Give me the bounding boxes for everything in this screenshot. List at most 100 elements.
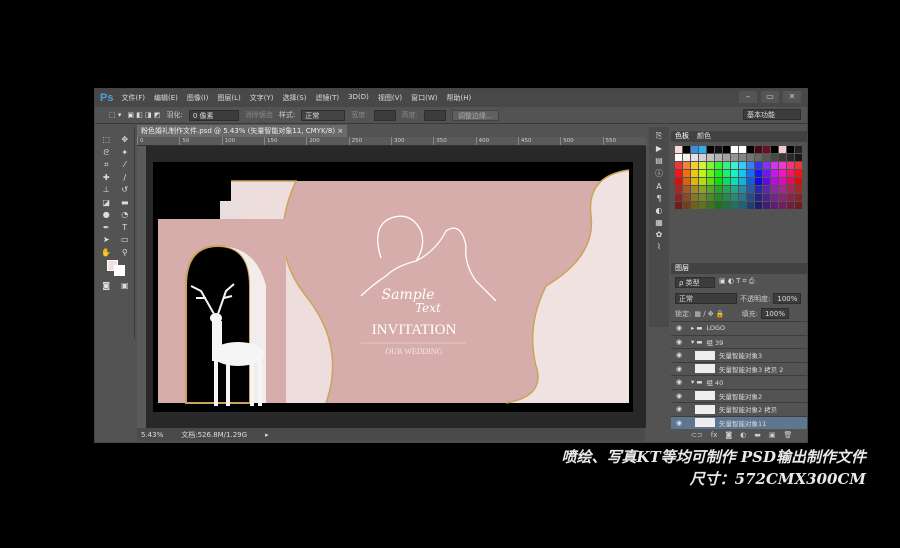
swatch[interactable] [795, 194, 802, 201]
swatch[interactable] [691, 186, 698, 193]
swatch[interactable] [731, 186, 738, 193]
swatch[interactable] [683, 170, 690, 177]
filter-icons[interactable]: ▣ ◐ T ⌗ ⎙ [719, 277, 754, 288]
dodge-tool-icon[interactable]: ◔ [116, 210, 135, 223]
eye-icon[interactable]: ◉ [671, 365, 687, 373]
folder-icon[interactable]: ▾ ▬ [691, 378, 702, 386]
feather-input[interactable]: 0 像素 [188, 109, 239, 121]
swatch[interactable] [747, 162, 754, 169]
swatch[interactable] [795, 202, 802, 209]
swatch[interactable] [787, 186, 794, 193]
swatch[interactable] [763, 154, 770, 161]
eraser-tool-icon[interactable]: ◪ [97, 198, 116, 211]
magic-wand-icon[interactable]: ✦ [116, 148, 135, 161]
layer-row[interactable]: ◉ 矢量智能对象2 拷贝 [671, 402, 807, 416]
trash-icon[interactable]: 🗑 [784, 431, 793, 439]
selection-mode-icons[interactable]: ▣ ◧ ◨ ◩ [127, 111, 160, 119]
shape-tool-icon[interactable]: ▭ [116, 235, 135, 248]
swatch[interactable] [699, 154, 706, 161]
swatch[interactable] [699, 202, 706, 209]
history-icon[interactable]: ⎘ [656, 131, 662, 141]
eye-icon[interactable]: ◉ [671, 324, 687, 332]
swatch[interactable] [683, 154, 690, 161]
swatch[interactable] [771, 170, 778, 177]
tab-color[interactable]: 颜色 [697, 131, 711, 142]
marquee-tool-icon[interactable]: ⬚ [97, 135, 116, 148]
swatch[interactable] [787, 154, 794, 161]
swatch[interactable] [691, 194, 698, 201]
history-brush-icon[interactable]: ↺ [116, 185, 135, 198]
quick-mask-icon[interactable]: ◙ [97, 281, 116, 290]
swatch[interactable] [739, 170, 746, 177]
swatch[interactable] [763, 194, 770, 201]
swatch[interactable] [683, 194, 690, 201]
pen-tool-icon[interactable]: ✒ [97, 223, 116, 236]
swatch[interactable] [739, 146, 746, 153]
swatch[interactable] [771, 154, 778, 161]
swatch[interactable] [707, 170, 714, 177]
folder-icon[interactable]: ▾ ▬ [691, 338, 702, 346]
color-swatch-icon[interactable] [97, 260, 134, 280]
swatch[interactable] [763, 178, 770, 185]
eyedropper-icon[interactable]: ⁄ [116, 160, 135, 173]
mask-icon[interactable]: ◙ [725, 431, 732, 439]
swatch[interactable] [755, 202, 762, 209]
swatch[interactable] [795, 170, 802, 177]
path-select-icon[interactable]: ➤ [97, 235, 116, 248]
swatch[interactable] [755, 146, 762, 153]
swatch[interactable] [723, 146, 730, 153]
swatch[interactable] [723, 154, 730, 161]
swatch[interactable] [795, 146, 802, 153]
opacity-input[interactable]: 100% [773, 293, 802, 304]
swatch[interactable] [763, 162, 770, 169]
brush-tool-icon[interactable]: ∕ [116, 173, 135, 186]
swatch[interactable] [683, 146, 690, 153]
layer-filter-select[interactable]: ρ 类型 [675, 277, 715, 288]
swatch[interactable] [699, 178, 706, 185]
layer-row[interactable]: ◉ ▸ ▬ LOGO [671, 321, 807, 335]
menu-item[interactable]: 视图(V) [378, 93, 402, 103]
swatch[interactable] [755, 194, 762, 201]
actions-icon[interactable]: ▶ [656, 144, 662, 153]
swatch[interactable] [675, 194, 682, 201]
swatch[interactable] [699, 194, 706, 201]
menu-item[interactable]: 选择(S) [283, 93, 307, 103]
swatch[interactable] [771, 202, 778, 209]
type-tool-icon[interactable]: T [116, 223, 135, 236]
menu-item[interactable]: 文字(Y) [250, 93, 274, 103]
layer-row[interactable]: ◉ 矢量智能对象11 [671, 415, 807, 429]
swatch[interactable] [779, 186, 786, 193]
swatch[interactable] [779, 154, 786, 161]
swatch[interactable] [691, 162, 698, 169]
close-button[interactable]: ✕ [783, 91, 801, 103]
layer-row[interactable]: ◉ 矢量智能对象3 拷贝 2 [671, 361, 807, 376]
swatch[interactable] [779, 202, 786, 209]
swatch[interactable] [715, 162, 722, 169]
layer-row[interactable]: ◉ 矢量智能对象3 [671, 348, 807, 362]
menu-item[interactable]: 编辑(E) [154, 93, 178, 103]
minimize-button[interactable]: – [739, 91, 757, 103]
swatch[interactable] [747, 186, 754, 193]
folder-icon[interactable]: ▬ [754, 431, 761, 439]
swatch[interactable] [675, 186, 682, 193]
swatch[interactable] [795, 162, 802, 169]
swatch[interactable] [715, 154, 722, 161]
swatch[interactable] [787, 162, 794, 169]
swatch[interactable] [723, 202, 730, 209]
swatch[interactable] [747, 154, 754, 161]
hand-tool-icon[interactable]: ✋ [97, 248, 116, 261]
swatch[interactable] [715, 202, 722, 209]
eye-icon[interactable]: ◉ [671, 378, 687, 386]
menu-item[interactable]: 滤镜(T) [315, 93, 339, 103]
swatch[interactable] [675, 178, 682, 185]
swatch[interactable] [747, 202, 754, 209]
swatch[interactable] [795, 178, 802, 185]
gradient-tool-icon[interactable]: ▬ [116, 198, 135, 211]
swatch[interactable] [691, 154, 698, 161]
masks-icon[interactable]: ▦ [655, 218, 663, 227]
swatch[interactable] [771, 162, 778, 169]
stamp-tool-icon[interactable]: ⊥ [97, 185, 116, 198]
height-input[interactable] [423, 109, 446, 121]
swatch[interactable] [763, 202, 770, 209]
swatch[interactable] [779, 178, 786, 185]
